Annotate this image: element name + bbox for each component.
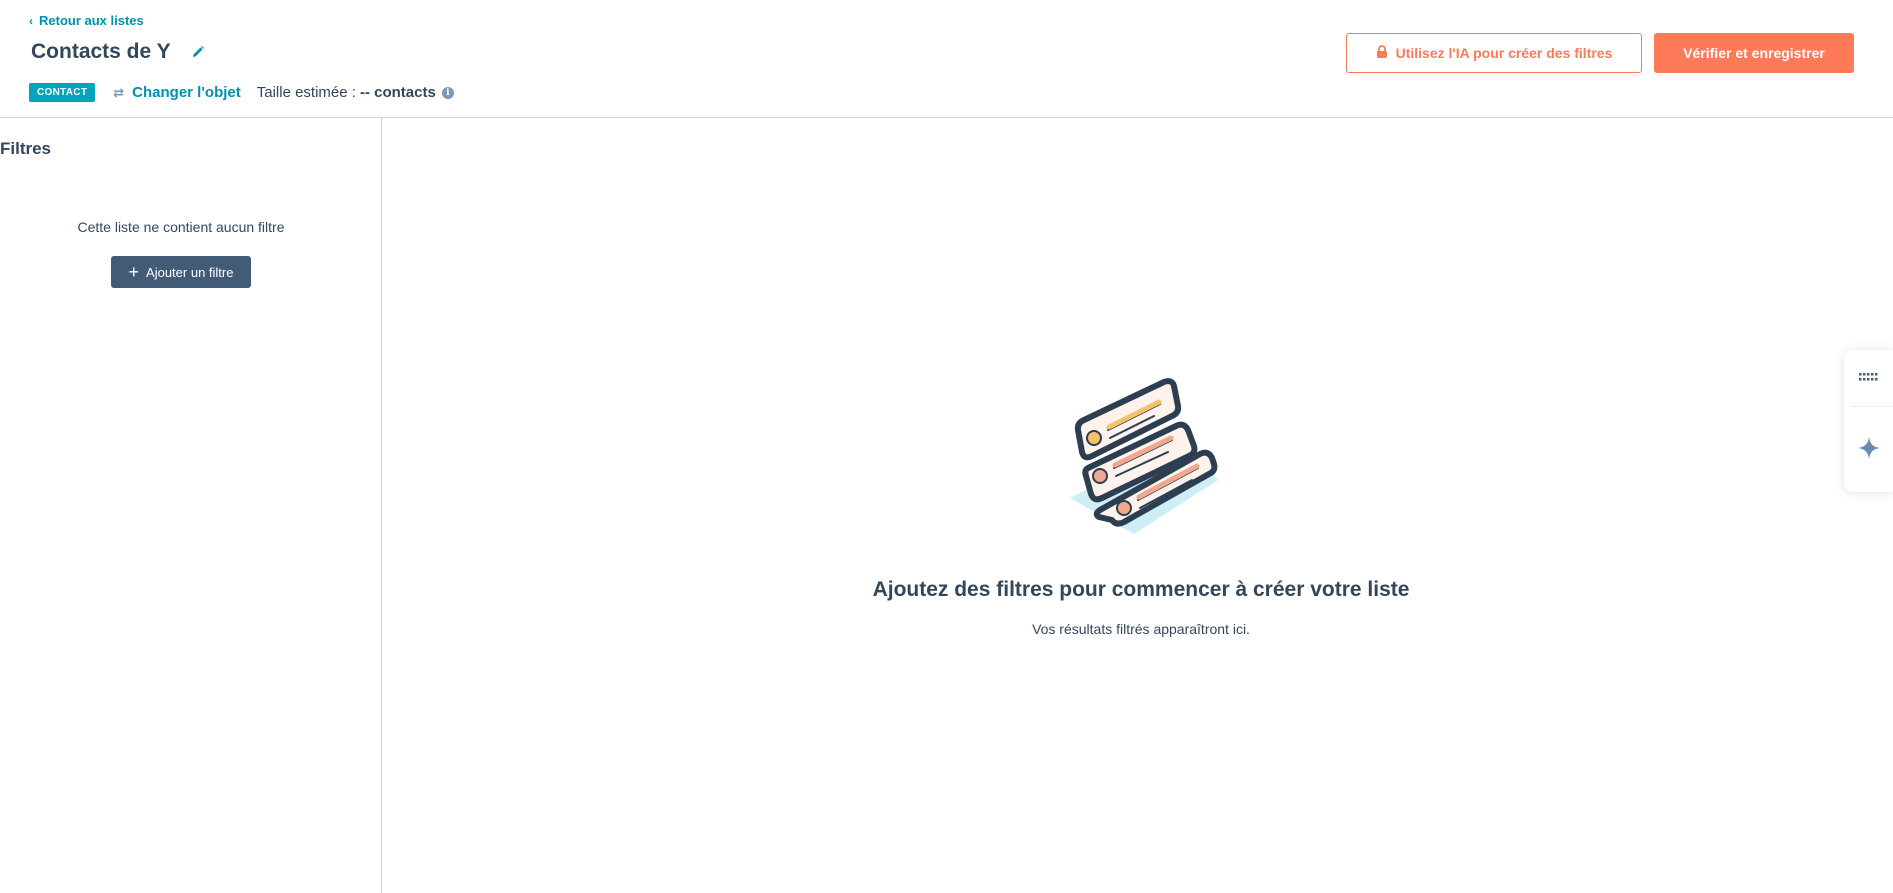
empty-state-title: Ajoutez des filtres pour commencer à cré… [872, 578, 1410, 601]
title-row: Contacts de Y [31, 40, 207, 64]
change-object-label: Changer l'objet [132, 84, 241, 101]
chevron-left-icon: ‹ [29, 13, 33, 28]
change-object-link[interactable]: ⇄ Changer l'objet [113, 84, 240, 101]
filters-panel-title: Filtres [0, 139, 52, 158]
swap-icon: ⇄ [113, 84, 125, 100]
no-filters-text: Cette liste ne contient aucun filtre [77, 219, 285, 235]
info-icon[interactable]: i [441, 86, 454, 99]
empty-state-subtitle: Vos résultats filtrés apparaîtront ici. [1032, 621, 1250, 637]
back-to-lists-link[interactable]: ‹ Retour aux listes [29, 13, 144, 28]
pencil-icon[interactable] [189, 43, 207, 61]
list-meta-row: CONTACT ⇄ Changer l'objet Taille estimée… [29, 83, 454, 102]
filters-panel: Filtres Cette liste ne contient aucun fi… [0, 118, 382, 893]
page-header: ‹ Retour aux listes Contacts de Y CONTAC… [0, 0, 1893, 118]
results-area: Ajoutez des filtres pour commencer à cré… [383, 118, 1843, 893]
right-side-rail [1844, 350, 1893, 492]
page-title: Contacts de Y [31, 40, 171, 63]
ai-button-label: Utilisez l'IA pour créer des filtres [1395, 45, 1613, 61]
verify-and-save-button[interactable]: Vérifier et enregistrer [1654, 33, 1854, 73]
rail-divider [1850, 406, 1893, 407]
ai-create-filters-button[interactable]: Utilisez l'IA pour créer des filtres [1346, 33, 1642, 73]
add-filter-button[interactable]: + Ajouter un filtre [111, 256, 251, 288]
apps-grid-icon[interactable] [1844, 350, 1893, 406]
back-link-label: Retour aux listes [39, 13, 144, 28]
empty-list-illustration [1064, 376, 1224, 541]
lock-icon [1376, 45, 1388, 61]
add-filter-label: Ajouter un filtre [146, 264, 234, 280]
object-type-badge: CONTACT [29, 83, 96, 102]
plus-icon: + [128, 262, 140, 282]
sparkle-icon[interactable] [1844, 420, 1893, 476]
estimated-size-label: Taille estimée : [256, 84, 356, 101]
estimated-size-value: -- contacts [359, 84, 436, 101]
